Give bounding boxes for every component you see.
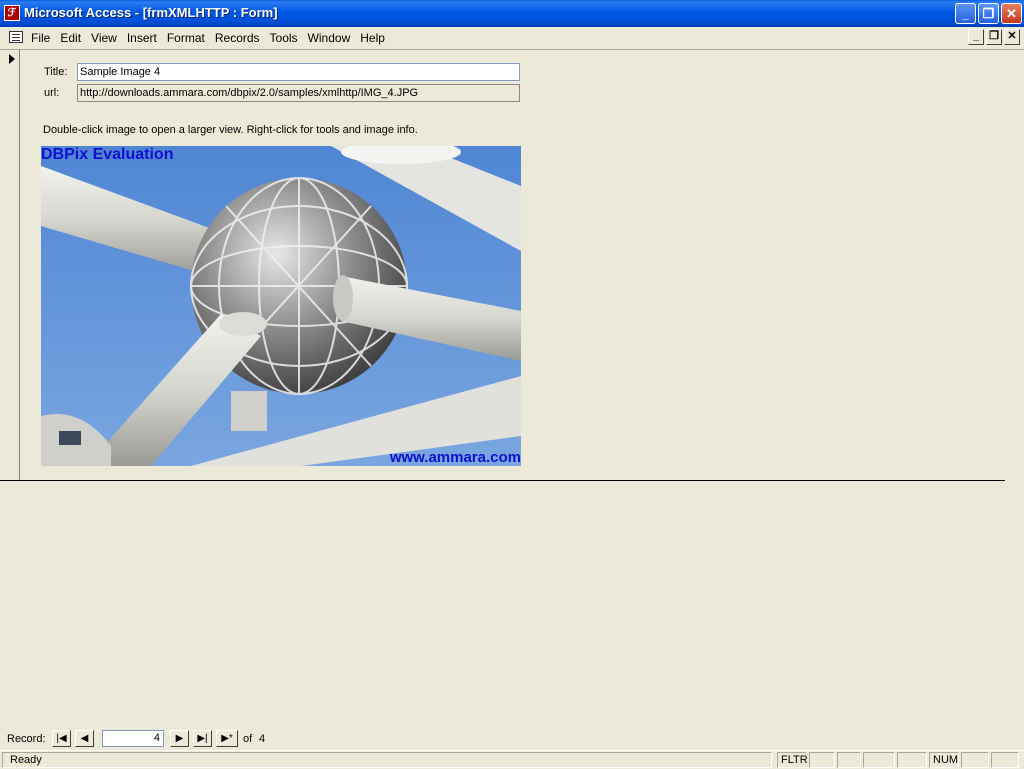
status-panel-num: NUM [929,752,959,768]
watermark-bottom: www.ammara.com [389,449,521,466]
record-label: Record: [7,733,46,745]
record-number-input[interactable]: 4 [102,730,164,747]
next-record-button[interactable]: ▶ [170,730,189,747]
image-control[interactable]: DBPix Evaluation www.ammara.com [41,146,521,466]
record-total: 4 [259,733,266,745]
detail-section-divider [0,480,1005,481]
status-text: Ready [2,752,772,768]
atomium-sphere-photo [41,146,521,466]
status-panel-4 [863,752,895,768]
document-close-button[interactable]: ✕ [1004,29,1020,45]
status-panel-8 [991,752,1019,768]
previous-record-button[interactable]: ◀ [75,730,94,747]
menu-edit[interactable]: Edit [60,31,81,45]
menu-bar: File Edit View Insert Format Records Too… [0,27,1024,50]
menu-items: File Edit View Insert Format Records Too… [31,31,395,45]
status-panel-5 [897,752,927,768]
menu-tools[interactable]: Tools [270,31,298,45]
status-panel-7 [961,752,989,768]
record-of-label: of [243,733,253,745]
menu-view[interactable]: View [91,31,117,45]
document-window-buttons: _ ❐ ✕ [968,29,1020,45]
menu-window[interactable]: Window [308,31,351,45]
menu-help[interactable]: Help [360,31,385,45]
first-record-button[interactable]: |◀ [52,730,71,747]
record-selector[interactable] [0,49,20,481]
status-panel-fltr: FLTR [777,752,808,768]
menu-insert[interactable]: Insert [127,31,157,45]
document-minimize-button[interactable]: _ [968,29,984,45]
status-bar: Ready FLTR NUM [0,750,1024,769]
document-restore-button[interactable]: ❐ [986,29,1002,45]
watermark-top: DBPix Evaluation [41,146,174,163]
title-bar[interactable]: ℱ Microsoft Access - [frmXMLHTTP : Form]… [0,0,1024,27]
restore-button[interactable]: ❐ [978,3,999,24]
url-label: url: [44,87,60,99]
last-record-button[interactable]: ▶| [193,730,212,747]
title-label: Title: [44,66,68,78]
url-field[interactable]: http://downloads.ammara.com/dbpix/2.0/sa… [77,84,520,102]
menu-records[interactable]: Records [215,31,260,45]
image-hint-text: Double-click image to open a larger view… [43,124,418,136]
minimize-button[interactable]: _ [955,3,976,24]
form-system-menu-icon[interactable] [9,31,23,43]
new-record-button[interactable]: ▶* [216,730,238,747]
access-key-icon[interactable]: ℱ [4,5,20,21]
menu-format[interactable]: Format [167,31,205,45]
close-button[interactable]: ✕ [1001,3,1022,24]
window-title: Microsoft Access - [frmXMLHTTP : Form] [24,5,278,20]
title-field[interactable]: Sample Image 4 [77,63,520,81]
status-panel-3 [837,752,861,768]
current-record-arrow-icon [9,54,15,64]
record-navigation-bar: Record: |◀ ◀ 4 ▶ ▶| ▶* of 4 [0,729,1024,749]
menu-file[interactable]: File [31,31,50,45]
status-panel-2 [809,752,835,768]
